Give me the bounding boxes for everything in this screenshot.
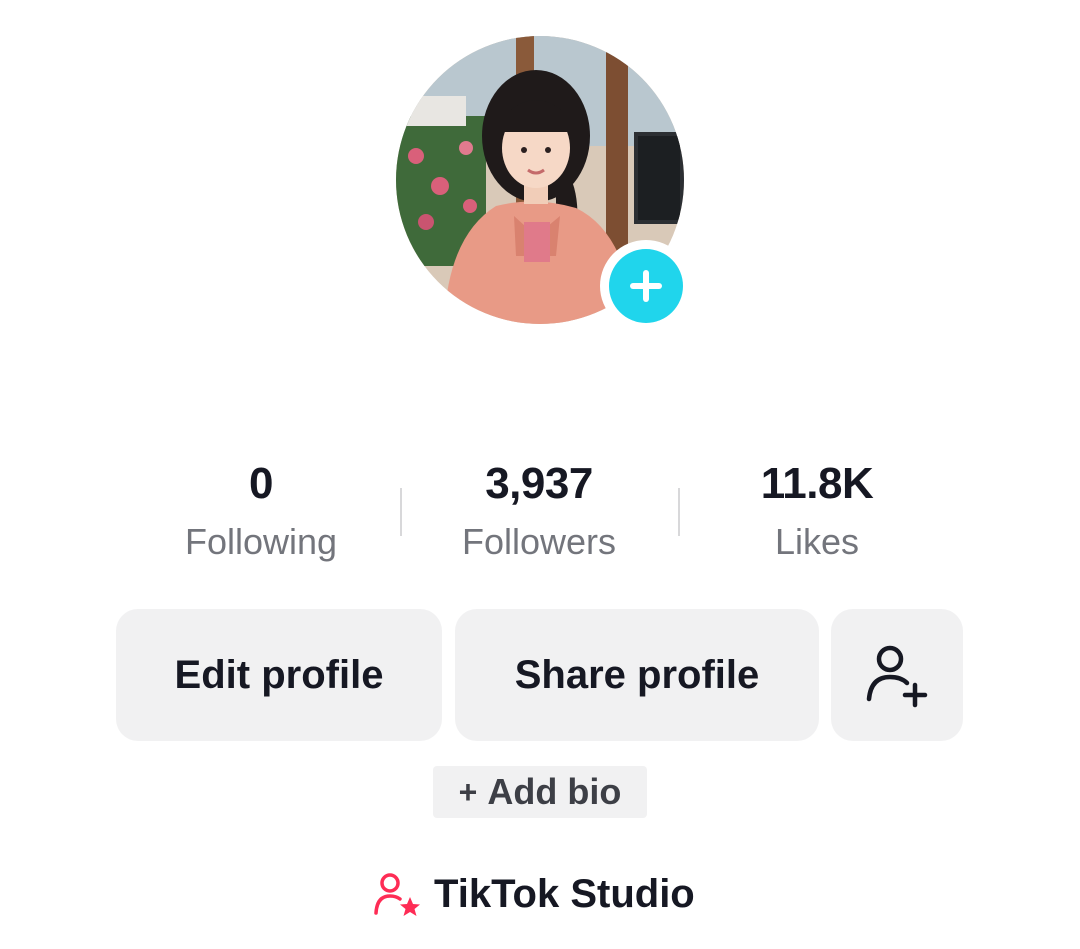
- likes-label: Likes: [774, 521, 860, 562]
- followers-count: 3,937: [485, 459, 593, 508]
- tiktok-studio-label: TikTok Studio: [434, 871, 695, 916]
- add-bio-label: Add bio: [487, 771, 622, 812]
- likes-count: 11.8K: [760, 459, 874, 508]
- add-user-icon: [866, 645, 928, 708]
- add-avatar-button[interactable]: [600, 240, 692, 332]
- stat-following[interactable]: 0 Following: [122, 456, 400, 576]
- add-bio-button[interactable]: + Add bio: [433, 766, 647, 818]
- plus-icon: [630, 270, 662, 302]
- following-count: 0: [249, 459, 273, 508]
- add-friend-button[interactable]: [831, 609, 963, 741]
- add-avatar-button-fill: [609, 249, 683, 323]
- share-profile-button[interactable]: Share profile: [455, 609, 819, 741]
- stat-divider: [400, 488, 402, 536]
- following-label: Following: [184, 521, 338, 562]
- stat-followers[interactable]: 3,937 Followers: [400, 456, 678, 576]
- add-bio-plus: +: [458, 773, 478, 810]
- profile-stats: 0 Following 3,937 Followers 11.8K Likes: [122, 456, 958, 576]
- followers-label: Followers: [461, 521, 617, 562]
- tiktok-studio-link[interactable]: TikTok Studio: [372, 864, 695, 924]
- edit-profile-button[interactable]: Edit profile: [116, 609, 442, 741]
- stat-divider: [678, 488, 680, 536]
- stat-likes[interactable]: 11.8K Likes: [678, 456, 956, 576]
- person-star-icon: [374, 873, 420, 916]
